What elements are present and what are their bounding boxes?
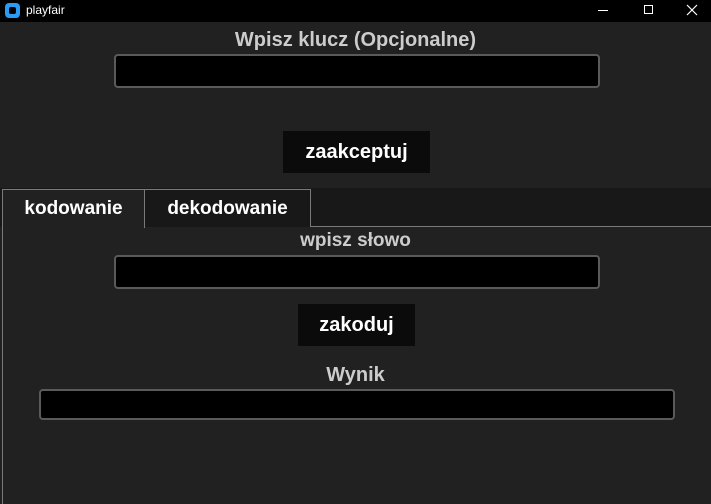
word-input[interactable]	[114, 255, 600, 289]
close-button[interactable]	[672, 0, 711, 22]
result-field[interactable]	[39, 389, 675, 420]
result-label: Wynik	[326, 364, 385, 386]
maximize-icon	[644, 5, 653, 14]
minimize-button[interactable]	[580, 0, 626, 22]
tab-encode[interactable]: kodowanie	[2, 189, 145, 228]
encode-button[interactable]: zakoduj	[298, 304, 415, 346]
key-label: Wpisz klucz (Opcjonalne)	[234, 29, 477, 51]
close-icon	[686, 4, 698, 16]
window-title: playfair	[26, 3, 65, 17]
accept-button[interactable]: zaakceptuj	[283, 131, 430, 173]
maximize-button[interactable]	[626, 0, 672, 22]
word-label: wpisz słowo	[300, 230, 411, 251]
minimize-icon	[598, 10, 608, 11]
app-window: playfair Wpisz klucz (Opcjonalne) zaakce…	[0, 0, 711, 504]
title-bar: playfair	[0, 0, 711, 22]
app-icon	[5, 3, 20, 18]
tab-decode[interactable]: dekodowanie	[144, 189, 311, 227]
key-input[interactable]	[114, 54, 600, 88]
